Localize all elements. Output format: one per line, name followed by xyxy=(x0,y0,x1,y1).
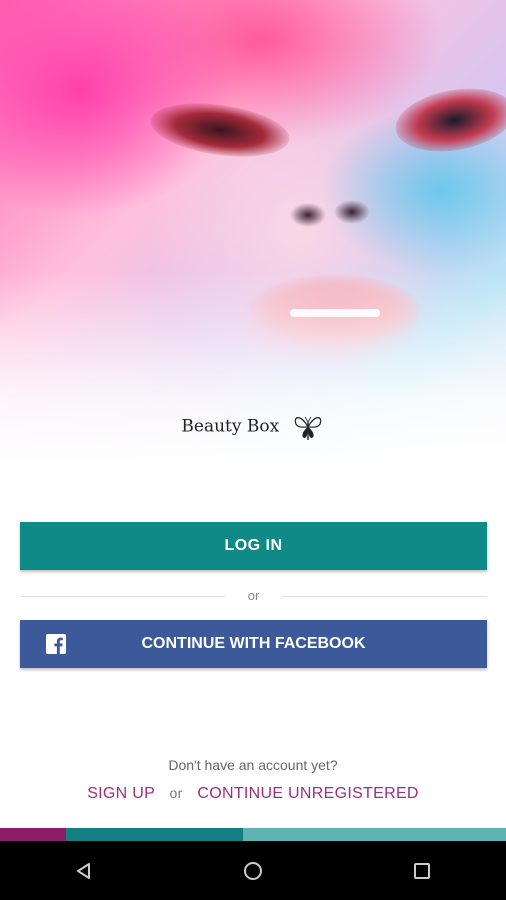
or-divider: or xyxy=(20,588,487,604)
no-account-prompt: Don't have an account yet? xyxy=(168,757,338,773)
hero-eye-left xyxy=(147,95,293,165)
signup-links: SIGN UP or CONTINUE UNREGISTERED xyxy=(0,785,506,803)
butterfly-icon xyxy=(294,416,321,440)
back-icon xyxy=(77,862,91,879)
facebook-login-button[interactable]: CONTINUE WITH FACEBOOK xyxy=(20,620,487,668)
recents-icon xyxy=(413,862,430,879)
recents-button[interactable] xyxy=(407,856,437,886)
links-or: or xyxy=(169,785,183,801)
brand-logo: Beauty Box xyxy=(0,412,506,442)
back-button[interactable] xyxy=(69,856,99,886)
facebook-icon xyxy=(46,634,66,654)
brand-name: Beauty Box xyxy=(181,416,280,437)
brand-stripe-teal xyxy=(66,828,243,841)
home-icon xyxy=(243,861,262,880)
login-button[interactable]: LOG IN xyxy=(20,522,487,570)
hero-lips xyxy=(250,275,420,345)
system-navigation-bar xyxy=(0,841,506,900)
hero-eye-right xyxy=(390,80,506,160)
home-button[interactable] xyxy=(238,856,268,886)
brand-stripe-light-teal xyxy=(243,828,506,841)
hero-image xyxy=(0,0,506,470)
continue-unregistered-link[interactable]: CONTINUE UNREGISTERED xyxy=(197,785,418,802)
facebook-button-label: CONTINUE WITH FACEBOOK xyxy=(141,635,366,652)
divider-line-right xyxy=(282,596,487,597)
hero-nose xyxy=(280,180,390,240)
signup-link[interactable]: SIGN UP xyxy=(87,785,155,802)
brand-stripe-purple xyxy=(0,828,66,841)
